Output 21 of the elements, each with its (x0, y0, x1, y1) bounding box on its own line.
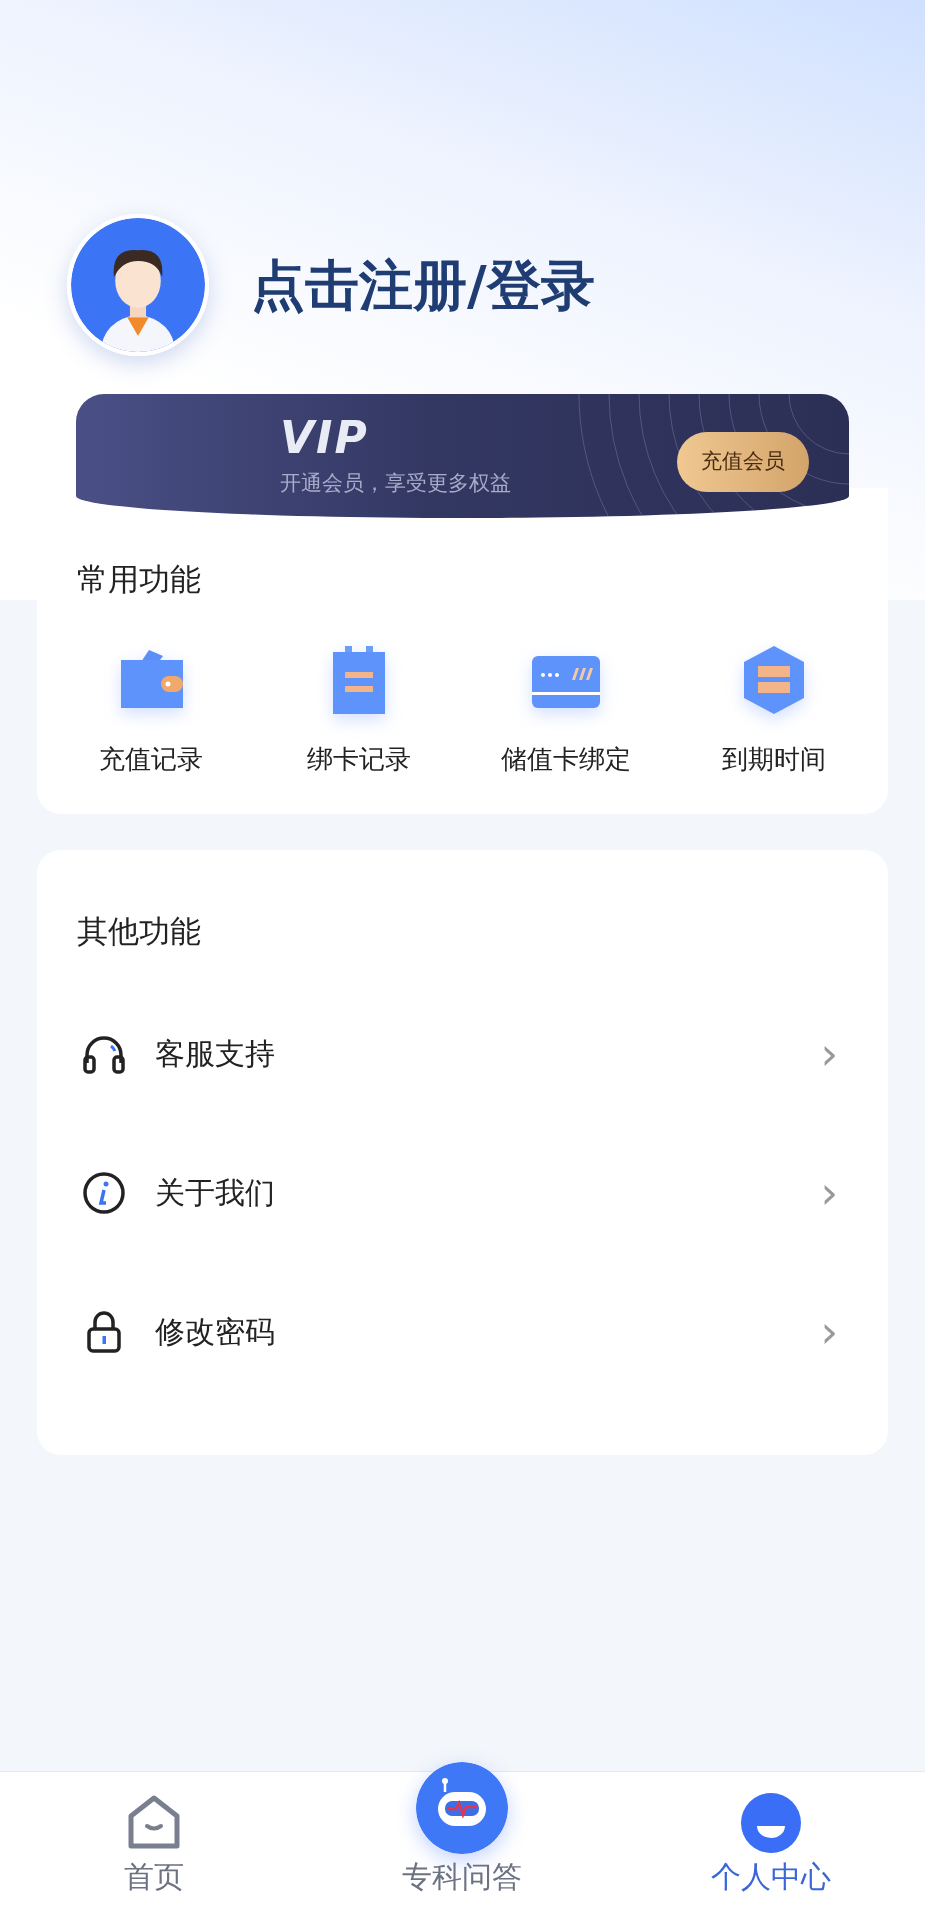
vip-subtitle: 开通会员，享受更多权益 (280, 470, 511, 497)
menu-row[interactable]: 关于我们 › (37, 1123, 888, 1262)
section-title: 其他功能 (76, 911, 202, 951)
tab-item[interactable]: 专科问答 (308, 1762, 617, 1920)
login-title[interactable]: 点击注册/登录 (251, 244, 595, 326)
vip-logo: VIP (280, 416, 370, 460)
menu-row[interactable]: 修改密码 › (37, 1262, 888, 1401)
tab-item[interactable]: 个人中心 (616, 1772, 925, 1920)
function-item[interactable]: 绑卡记录 (254, 640, 463, 780)
tab-item[interactable]: 首页 (0, 1772, 309, 1920)
menu-row[interactable]: 客服支持 › (37, 984, 888, 1123)
chevron-icon: › (820, 1031, 838, 1076)
function-item[interactable]: 到期时间 (670, 640, 878, 780)
chevron-icon: › (820, 1170, 838, 1215)
info-icon (81, 1169, 127, 1216)
function-item[interactable]: 储值卡绑定 (462, 640, 671, 780)
recharge-button[interactable]: 充值会员 (677, 432, 809, 492)
section-title: 常用功能 (76, 560, 202, 599)
chevron-icon: › (820, 1309, 838, 1354)
function-item[interactable]: 充值记录 (47, 640, 255, 780)
profile-icon (739, 1792, 802, 1854)
